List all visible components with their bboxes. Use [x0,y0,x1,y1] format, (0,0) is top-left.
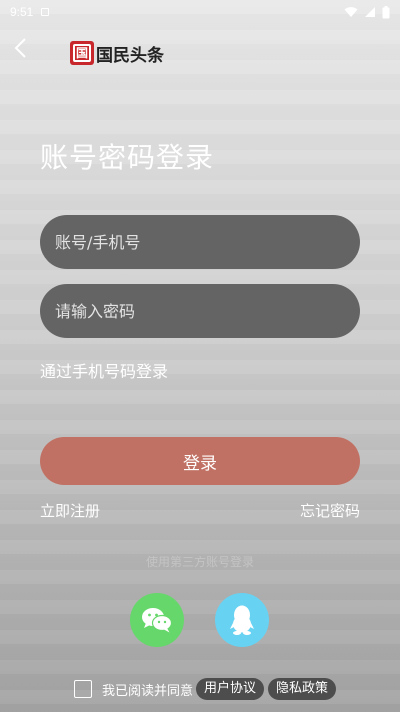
status-bar: 9:51 [0,0,400,24]
battery-icon [382,5,390,18]
agreement-row: 我已阅读并同意 用户协议 隐私政策 [74,677,340,701]
notification-icon [41,8,50,16]
background [0,0,400,712]
signal-icon [365,7,375,17]
back-button[interactable] [8,34,32,62]
password-input[interactable] [40,284,360,338]
agreement-text: 我已阅读并同意 [102,683,194,699]
user-agreement-link[interactable]: 用户协议 [196,678,265,700]
logo-text: 国民头条 [96,45,164,66]
account-input[interactable] [40,215,360,269]
chevron-left-icon [14,38,26,58]
wechat-login-button[interactable] [130,593,184,647]
wifi-icon [344,7,358,17]
page-title: 账号密码登录 [40,141,215,174]
login-button[interactable]: 登录 [40,437,360,485]
logo-mark-char: 国 [73,44,91,62]
qq-login-button[interactable] [215,593,269,647]
app-logo: 国 国民头条 [70,40,164,66]
logo-mark-icon: 国 [70,41,94,65]
status-time: 9:51 [10,5,34,19]
register-link[interactable]: 立即注册 [40,500,100,521]
third-party-label: 使用第三方账号登录 [145,555,254,569]
phone-login-link[interactable]: 通过手机号码登录 [40,358,168,382]
agreement-checkbox[interactable] [74,680,92,698]
qq-icon [230,605,254,635]
privacy-policy-link[interactable]: 隐私政策 [268,678,337,700]
forgot-password-link[interactable]: 忘记密码 [300,500,360,521]
wechat-icon [142,608,173,633]
status-icons [344,5,390,19]
